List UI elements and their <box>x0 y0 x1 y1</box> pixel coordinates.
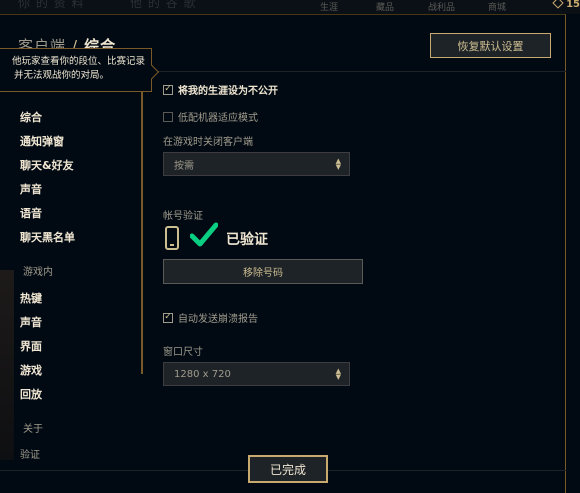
tooltip-line-2: 并无法观战你的对局。 <box>13 70 109 81</box>
currency-amount: 15 <box>566 0 580 10</box>
dropdown-chevron-icon: ▲ ▼ <box>335 157 341 171</box>
low-spec-option[interactable]: 低配机器适应模式 <box>163 109 258 124</box>
sidebar-item-hotkeys[interactable]: 热键 <box>20 290 42 306</box>
sidebar-item-block-list[interactable]: 聊天黑名单 <box>20 229 75 245</box>
account-verify-label: 帐号验证 <box>163 211 203 222</box>
restore-defaults-button[interactable]: 恢复默认设置 <box>430 33 551 58</box>
sidebar-item-verification[interactable]: 验证 <box>20 446 40 461</box>
sidebar-item-ingame-sound[interactable]: 声音 <box>20 314 42 330</box>
backdrop-faded-title: 你 的 资 料 <box>18 0 85 10</box>
window-size-value: 1280 x 720 <box>174 368 231 380</box>
private-career-label: 将我的生涯设为不公开 <box>178 86 278 97</box>
sidebar-item-game[interactable]: 游戏 <box>20 362 42 378</box>
privacy-tooltip: 他玩家查看你的段位、比赛记录 并无法观战你的对局。 <box>0 48 160 92</box>
nav-item-career[interactable]: 生涯 <box>320 0 338 13</box>
nav-item-store[interactable]: 商城 <box>488 0 506 13</box>
currency-icon <box>552 0 564 9</box>
sidebar-item-chat-friends[interactable]: 聊天&好友 <box>20 157 74 173</box>
remove-phone-button[interactable]: 移除号码 <box>163 259 363 284</box>
private-career-checkbox[interactable]: ✓ <box>163 84 173 95</box>
sidebar-item-replays[interactable]: 回放 <box>20 386 42 402</box>
crash-report-label: 自动发送崩溃报告 <box>178 314 258 325</box>
phone-icon <box>165 226 179 250</box>
close-client-dropdown[interactable]: 按需 ▲ ▼ <box>163 152 350 176</box>
sidebar-item-interface[interactable]: 界面 <box>20 338 42 354</box>
nav-item-loot[interactable]: 战利品 <box>428 0 455 13</box>
close-client-value: 按需 <box>174 160 194 172</box>
low-spec-label: 低配机器适应模式 <box>178 113 258 124</box>
crash-report-option[interactable]: ✓ 自动发送崩溃报告 <box>163 310 258 325</box>
nav-item-collection[interactable]: 藏品 <box>376 0 394 13</box>
checkmark-icon <box>190 222 218 247</box>
sidebar-item-sound[interactable]: 声音 <box>20 181 42 197</box>
background-topbar: 你 的 资 料 他 的 谷 歌 生涯 藏品 战利品 商城 15 <box>0 0 580 14</box>
verified-status: 已验证 <box>226 232 268 248</box>
window-size-dropdown[interactable]: 1280 x 720 ▲ ▼ <box>163 362 350 386</box>
tooltip-line-1: 他玩家查看你的段位、比赛记录 <box>11 56 145 67</box>
backdrop-faded-subtitle: 他 的 谷 歌 <box>130 0 197 10</box>
done-button[interactable]: 已完成 <box>248 455 328 483</box>
crash-report-checkbox[interactable]: ✓ <box>163 312 173 323</box>
sidebar-item-notifications[interactable]: 通知弹窗 <box>20 133 64 149</box>
dropdown-chevron-icon: ▲ ▼ <box>335 367 341 381</box>
sidebar-scrollbar[interactable] <box>141 56 143 374</box>
close-client-label: 在游戏时关闭客户端 <box>163 137 253 148</box>
sidebar-section-ingame: 游戏内 <box>23 267 53 278</box>
private-career-option[interactable]: ✓ 将我的生涯设为不公开 <box>163 82 278 97</box>
sidebar-section-about: 关于 <box>23 424 43 435</box>
sidebar-item-general[interactable]: 综合 <box>20 109 42 125</box>
currency-display: 15 <box>552 0 580 10</box>
window-size-label: 窗口尺寸 <box>163 347 203 358</box>
sidebar-item-voice[interactable]: 语音 <box>20 205 42 221</box>
low-spec-checkbox[interactable] <box>163 111 173 122</box>
sidebar-background-art <box>0 270 14 460</box>
